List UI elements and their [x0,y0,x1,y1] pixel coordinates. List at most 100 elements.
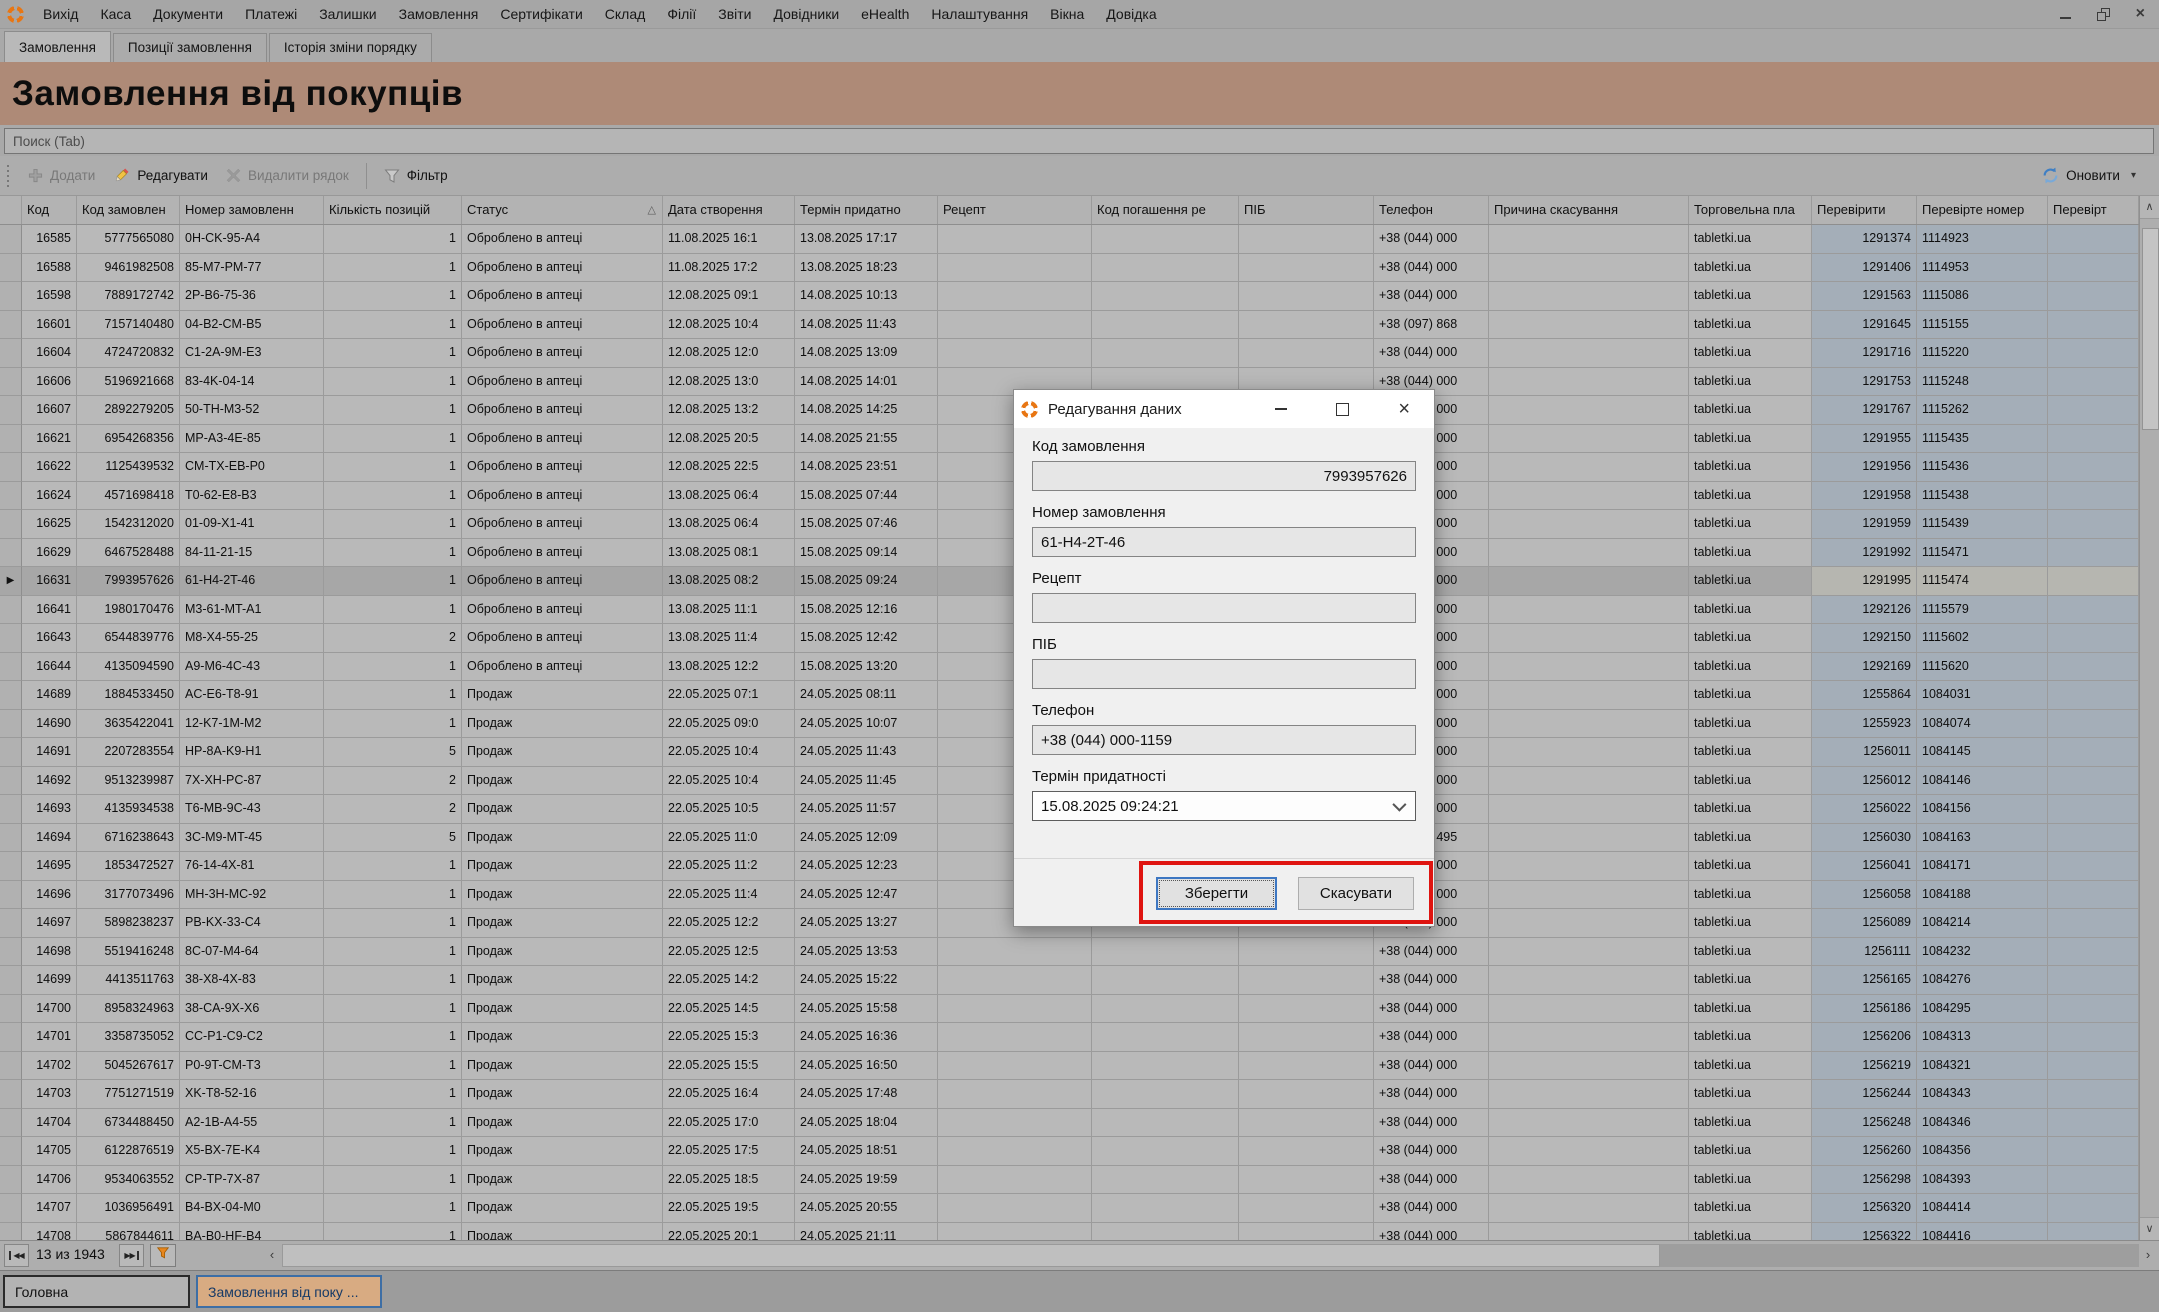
cell[interactable] [1239,311,1374,340]
cell[interactable]: 24.05.2025 15:58 [795,995,938,1024]
cell[interactable]: 12.08.2025 09:1 [663,282,795,311]
row-indicator[interactable] [0,482,22,511]
cell[interactable]: 1 [324,311,462,340]
cell[interactable]: 1291956 [1812,453,1917,482]
dialog-input-5[interactable]: +38 (044) 000-1159 [1032,725,1416,755]
cell[interactable]: Оброблено в аптеці [462,282,663,311]
cell[interactable] [1092,1080,1239,1109]
cell[interactable]: 14695 [22,852,77,881]
cell[interactable]: 5777565080 [77,225,180,254]
cell[interactable]: 38-X8-4X-83 [180,966,324,995]
cell[interactable]: 1 [324,539,462,568]
cell[interactable] [1489,966,1689,995]
cell[interactable]: 16621 [22,425,77,454]
vertical-scrollbar[interactable]: ∧ ∨ [2139,196,2159,1240]
cell[interactable]: Оброблено в аптеці [462,653,663,682]
cell[interactable]: 1256058 [1812,881,1917,910]
cell[interactable]: 13.08.2025 18:23 [795,254,938,283]
cell[interactable] [2048,1137,2139,1166]
cell[interactable]: 1884533450 [77,681,180,710]
cell[interactable]: 13.08.2025 06:4 [663,482,795,511]
menu-item-5[interactable]: Залишки [308,2,387,26]
cell[interactable]: 4135934538 [77,795,180,824]
cell[interactable]: 1256244 [1812,1080,1917,1109]
cell[interactable]: 22.05.2025 07:1 [663,681,795,710]
cell[interactable]: 76-14-4X-81 [180,852,324,881]
cell[interactable]: Оброблено в аптеці [462,539,663,568]
cell[interactable] [1489,624,1689,653]
cell[interactable]: M3-61-MT-A1 [180,596,324,625]
cell[interactable]: 1084346 [1917,1109,2048,1138]
table-row[interactable]: 147085867844611BA-B0-HF-B41Продаж22.05.2… [0,1223,2139,1241]
first-record-button[interactable]: ◀◀ [4,1244,29,1267]
cell[interactable]: 1291374 [1812,225,1917,254]
cell[interactable]: 5045267617 [77,1052,180,1081]
cell[interactable]: +38 (044) 000 [1374,225,1489,254]
cell[interactable]: 1291563 [1812,282,1917,311]
cell[interactable]: 1 [324,482,462,511]
cell[interactable]: 1 [324,425,462,454]
cell[interactable]: Продаж [462,995,663,1024]
cell[interactable]: 22.05.2025 10:4 [663,738,795,767]
column-header-12[interactable]: Причина скасування [1489,196,1689,224]
cell[interactable]: 12-K7-1M-M2 [180,710,324,739]
cell[interactable]: 22.05.2025 10:5 [663,795,795,824]
edit-button[interactable]: Редагувати [104,162,217,189]
cell[interactable]: 38-CA-9X-X6 [180,995,324,1024]
cell[interactable] [1489,510,1689,539]
row-indicator[interactable] [0,653,22,682]
cell[interactable]: 1980170476 [77,596,180,625]
cell[interactable] [938,311,1092,340]
cell[interactable]: 1291959 [1812,510,1917,539]
cell[interactable] [2048,1194,2139,1223]
cell[interactable]: 5 [324,738,462,767]
cell[interactable]: 14697 [22,909,77,938]
cell[interactable]: tabletki.ua [1689,1023,1812,1052]
table-row[interactable]: 147046734488450A2-1B-A4-551Продаж22.05.2… [0,1109,2139,1138]
row-indicator[interactable] [0,311,22,340]
cell[interactable]: 24.05.2025 15:22 [795,966,938,995]
cell[interactable]: 16624 [22,482,77,511]
row-indicator[interactable] [0,852,22,881]
row-indicator[interactable] [0,909,22,938]
cell[interactable] [1489,368,1689,397]
cell[interactable]: 8958324963 [77,995,180,1024]
cell[interactable] [1239,1023,1374,1052]
cell[interactable]: +38 (044) 000 [1374,254,1489,283]
cell[interactable]: tabletki.ua [1689,881,1812,910]
cell[interactable]: +38 (044) 000 [1374,966,1489,995]
cell[interactable]: tabletki.ua [1689,1052,1812,1081]
cell[interactable] [2048,852,2139,881]
menu-item-2[interactable]: Каса [89,2,142,26]
cell[interactable]: 14.08.2025 14:25 [795,396,938,425]
cell[interactable]: tabletki.ua [1689,710,1812,739]
row-indicator[interactable] [0,225,22,254]
row-indicator[interactable] [0,1223,22,1241]
cell[interactable] [2048,881,2139,910]
cell[interactable]: Продаж [462,767,663,796]
cell[interactable]: 12.08.2025 12:0 [663,339,795,368]
cell[interactable]: Оброблено в аптеці [462,339,663,368]
cell[interactable]: 1 [324,881,462,910]
cell[interactable] [1489,852,1689,881]
cell[interactable]: 14701 [22,1023,77,1052]
cell[interactable]: 22.05.2025 18:5 [663,1166,795,1195]
cell[interactable]: 14.08.2025 10:13 [795,282,938,311]
menu-item-13[interactable]: Налаштування [920,2,1039,26]
cell[interactable] [1489,938,1689,967]
cell[interactable] [2048,995,2139,1024]
cell[interactable]: 1084074 [1917,710,2048,739]
cell[interactable] [1239,1080,1374,1109]
cell[interactable] [1239,1223,1374,1241]
cell[interactable]: 1255864 [1812,681,1917,710]
table-row[interactable]: 1658557775650800H-CK-95-A41Оброблено в а… [0,225,2139,254]
delete-row-button[interactable]: Видалити рядок [217,163,358,188]
cell[interactable] [1489,1023,1689,1052]
cell[interactable]: 15.08.2025 09:14 [795,539,938,568]
cell[interactable]: +38 (097) 868 [1374,311,1489,340]
cell[interactable] [1489,995,1689,1024]
cell[interactable]: 14707 [22,1194,77,1223]
cell[interactable]: tabletki.ua [1689,995,1812,1024]
cell[interactable]: 1084416 [1917,1223,2048,1241]
column-header-3[interactable]: Номер замовленн [180,196,324,224]
